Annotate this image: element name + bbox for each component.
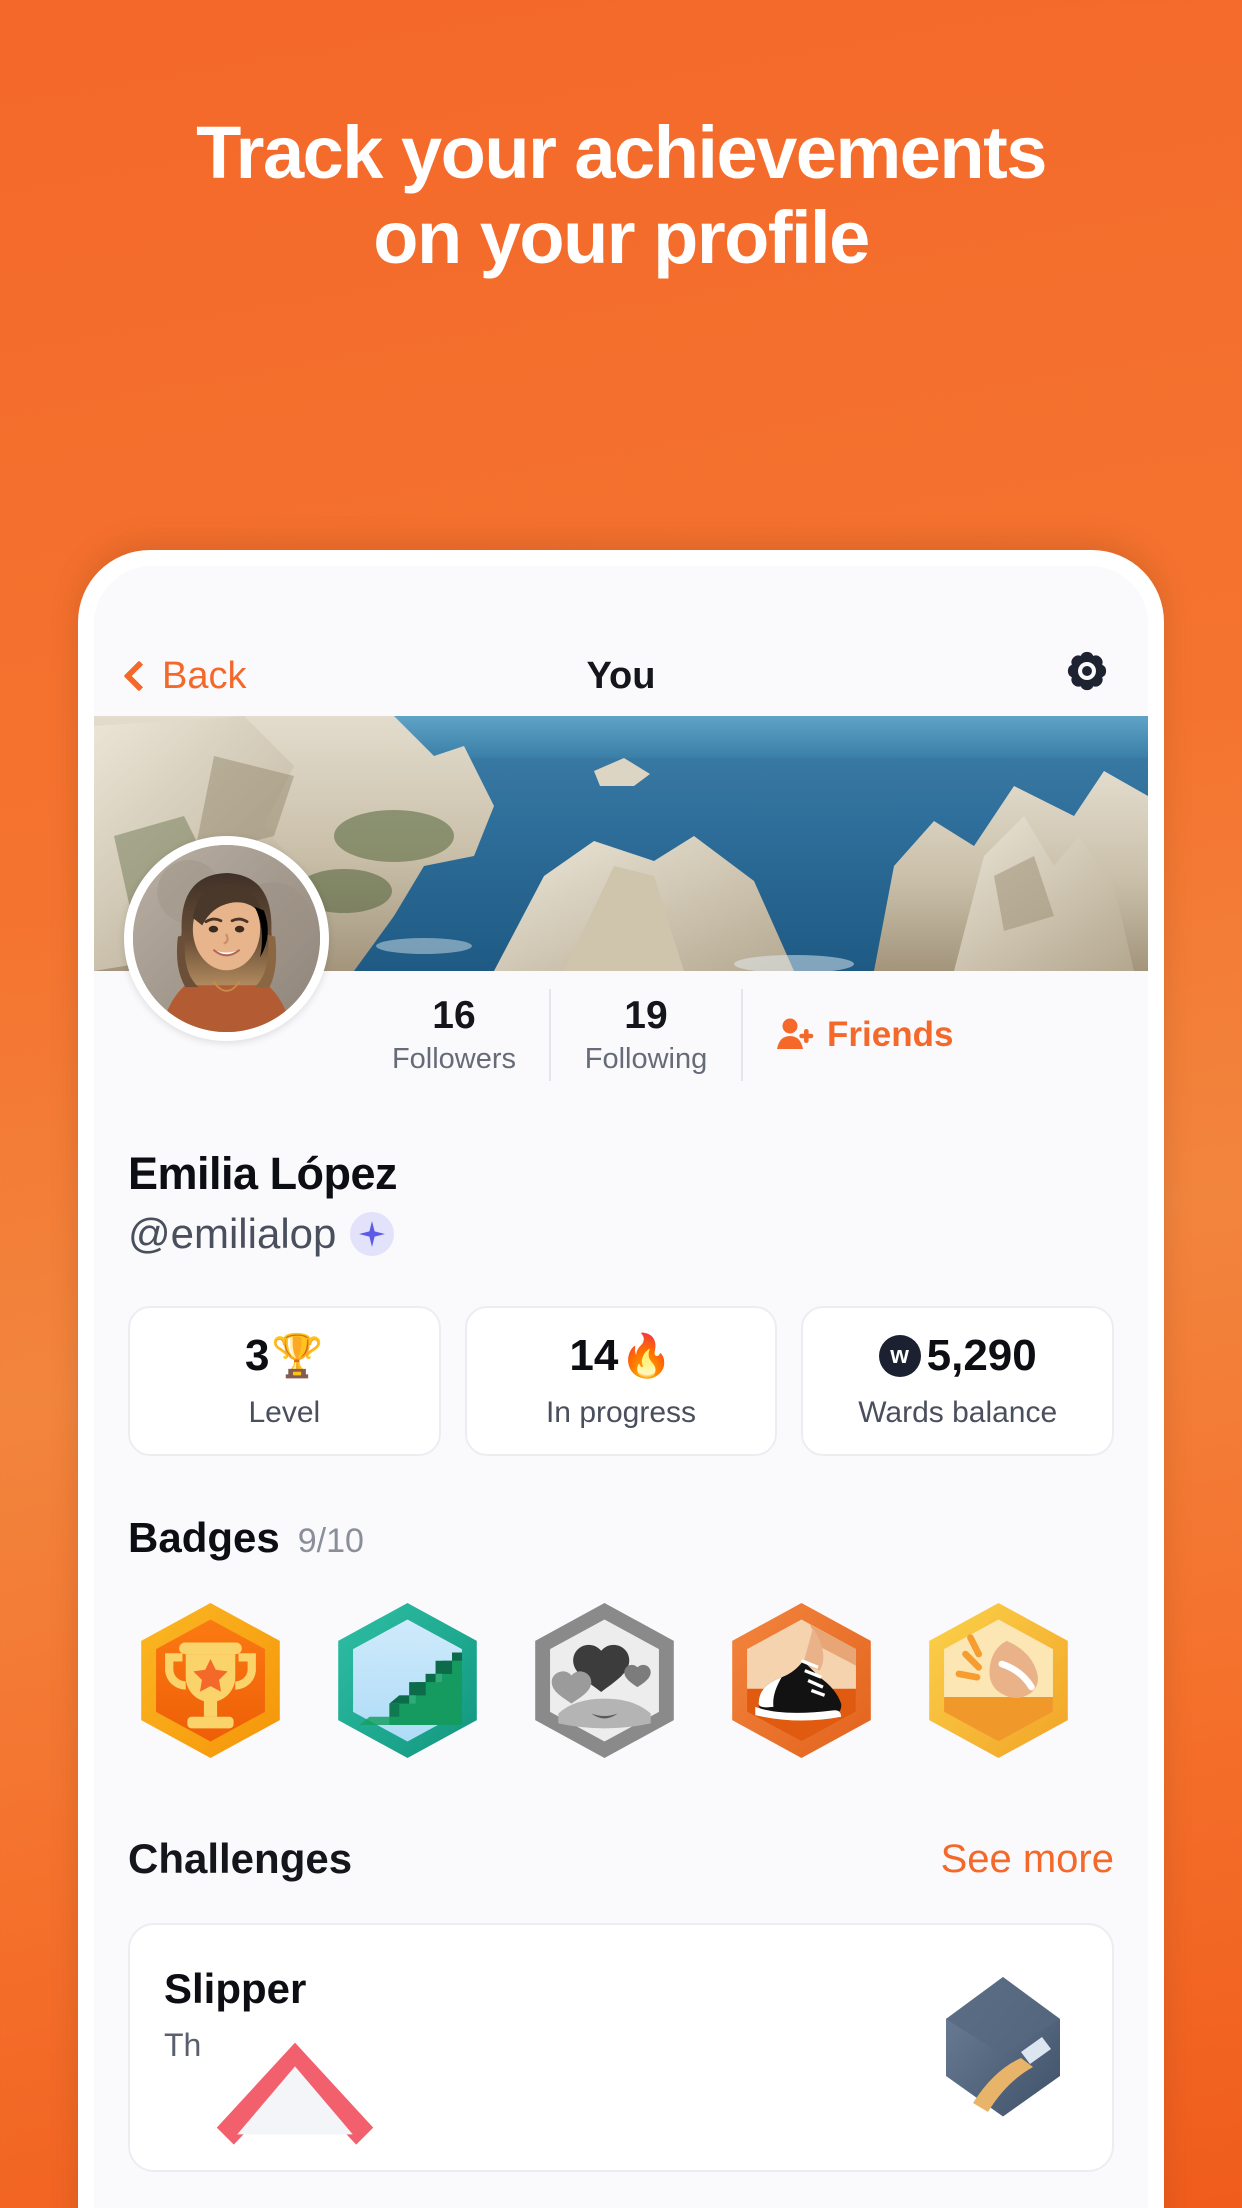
wards-value-row: w 5,290 (813, 1334, 1102, 1378)
following-label: Following (584, 1042, 708, 1075)
phone-mockup: Back You 16 Followers 19 Following Frien… (78, 550, 1164, 2208)
hearts-hand-icon (535, 1602, 674, 1759)
in-progress-label: In progress (545, 1396, 697, 1429)
badge-trophy[interactable] (128, 1598, 293, 1763)
back-button[interactable]: Back (123, 655, 247, 698)
phone-screen: Back You 16 Followers 19 Following Frien… (94, 566, 1148, 2208)
challenges-title: Challenges (128, 1835, 353, 1882)
promo-headline: Track your achievements on your profile (0, 110, 1242, 280)
challenge-badge (928, 1965, 1078, 2130)
friends-button[interactable]: Friends (743, 1013, 953, 1057)
badge-stairs[interactable] (325, 1598, 490, 1763)
wards-label: Wards balance (858, 1396, 1058, 1429)
add-person-icon (777, 1018, 814, 1049)
wards-value: 5,290 (926, 1331, 1037, 1380)
following-count: 19 (624, 994, 668, 1038)
settings-button[interactable] (1060, 644, 1114, 698)
gear-icon (1067, 651, 1107, 691)
badge-sneaker[interactable] (719, 1598, 884, 1763)
avatar[interactable] (124, 836, 329, 1041)
challenges-header: Challenges See more (94, 1763, 1148, 1883)
stat-card-level[interactable]: 3 🏆 Level (128, 1306, 441, 1456)
badges-header: Badges 9/10 (94, 1456, 1148, 1562)
badges-title: Badges (128, 1514, 280, 1561)
profile-handle-row: @emilialop (128, 1210, 1114, 1258)
trophy-icon: 🏆 (271, 1332, 324, 1379)
followers-label: Followers (391, 1042, 517, 1075)
avatar-image-clip (133, 845, 320, 1032)
profile-stats: 16 Followers 19 Following Friends (359, 971, 1148, 1099)
wards-coin-icon: w (878, 1335, 921, 1377)
shield-badge-icon (937, 1968, 1069, 2127)
challenge-ribbon-icon (216, 2042, 374, 2145)
level-value: 3 (244, 1331, 270, 1380)
level-label: Level (248, 1396, 321, 1429)
avatar-image (133, 845, 320, 1032)
headline-line-1: Track your achievements (196, 111, 1047, 194)
fire-icon: 🔥 (620, 1332, 673, 1379)
badges-list[interactable] (94, 1562, 1148, 1763)
badge-hearts-in-hand[interactable] (522, 1598, 687, 1763)
sparkle-badge-icon (359, 1221, 386, 1247)
stat-followers[interactable]: 16 Followers (359, 994, 549, 1076)
in-progress-value: 14 (569, 1331, 619, 1380)
stat-card-wards-balance[interactable]: w 5,290 Wards balance (801, 1306, 1115, 1456)
hand-rays-icon (929, 1602, 1068, 1759)
profile-summary-row: 16 Followers 19 Following Friends (94, 836, 1148, 1126)
chevron-left-icon (123, 659, 155, 692)
see-more-button[interactable]: See more (941, 1837, 1114, 1882)
profile-full-name: Emilia López (128, 1148, 398, 1199)
badges-count: 9/10 (297, 1522, 364, 1560)
stairs-icon (338, 1602, 477, 1759)
back-button-label: Back (162, 655, 247, 697)
stat-card-in-progress[interactable]: 14 🔥 In progress (464, 1306, 778, 1456)
identity-block: Emilia López @emilialop (94, 1126, 1148, 1258)
page-title: You (586, 655, 656, 697)
stat-following[interactable]: 19 Following (551, 994, 741, 1076)
in-progress-value-row: 14 🔥 (477, 1334, 766, 1378)
sneaker-icon (732, 1602, 871, 1759)
headline-line-2: on your profile (373, 196, 870, 280)
challenge-card[interactable]: Slipper Th (128, 1923, 1114, 2172)
badge-helping-hand[interactable] (916, 1598, 1081, 1763)
profile-handle: @emilialop (128, 1210, 337, 1257)
challenge-name: Slipper (164, 1965, 307, 2012)
level-value-row: 3 🏆 (140, 1334, 429, 1378)
stat-cards-row: 3 🏆 Level 14 🔥 In progress w 5,290 Wards… (94, 1258, 1148, 1456)
verified-badge (350, 1212, 395, 1256)
friends-label: Friends (827, 1015, 954, 1054)
navigation-bar: Back You (94, 566, 1148, 716)
followers-count: 16 (432, 994, 476, 1038)
trophy-icon (141, 1602, 280, 1759)
